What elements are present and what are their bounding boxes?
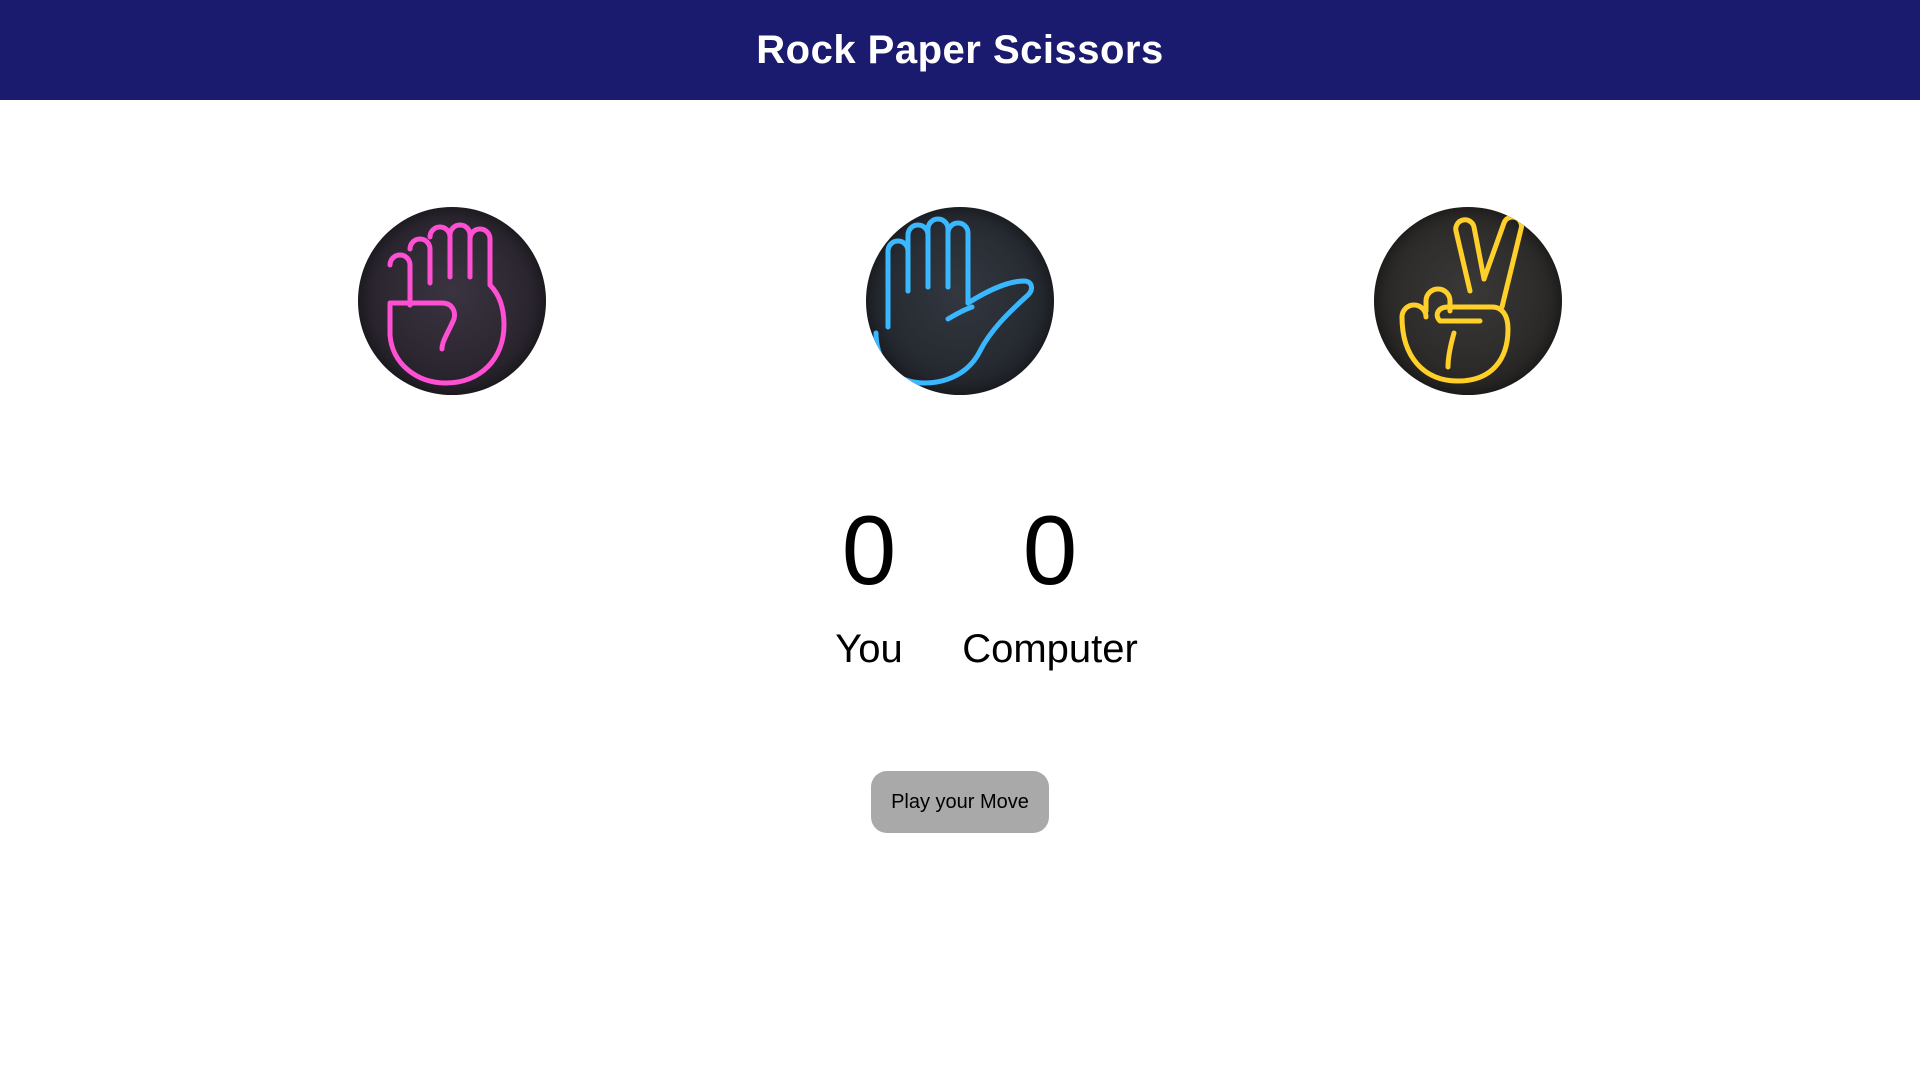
computer-score-panel: 0 Computer: [920, 495, 1180, 672]
page-title: Rock Paper Scissors: [756, 27, 1164, 72]
header-bar: Rock Paper Scissors: [0, 0, 1920, 100]
paper-choice-button[interactable]: [866, 207, 1054, 395]
peace-hand-icon: [1399, 214, 1524, 384]
open-hand-icon: [873, 216, 1034, 386]
computer-score-label: Computer: [962, 627, 1138, 671]
rock-choice-button[interactable]: [358, 207, 546, 395]
computer-score-value: 0: [1022, 495, 1078, 605]
choices-row: [0, 100, 1920, 400]
scissors-choice-button[interactable]: [1374, 207, 1562, 395]
message-container: Play your Move: [0, 771, 1920, 833]
status-message: Play your Move: [871, 771, 1049, 833]
fist-icon: [387, 222, 507, 386]
